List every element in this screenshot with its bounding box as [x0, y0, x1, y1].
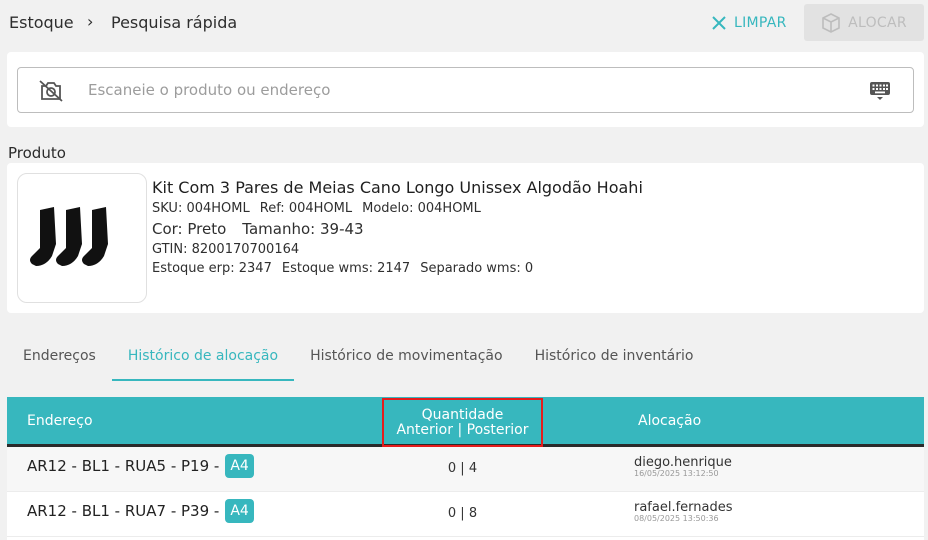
quantity-cell: 0 | 4: [447, 461, 478, 476]
quantity-header-line2: Anterior | Posterior: [396, 422, 529, 438]
product-card: Kit Com 3 Pares de Meias Cano Longo Unis…: [7, 163, 924, 313]
allocation-user: rafael.fernades: [634, 500, 733, 515]
address-cell: AR12 - BL1 - RUA7 - P39 - A4: [27, 499, 254, 523]
product-stock-row: Estoque erp: 2347 Estoque wms: 2147 Sepa…: [152, 261, 643, 276]
tab-historico-alocacao[interactable]: Histórico de alocação: [111, 340, 295, 381]
allocation-cell: diego.henrique 16/05/2025 13:12:50: [634, 455, 732, 478]
address-badge: A4: [225, 454, 254, 478]
breadcrumb-separator: ›: [87, 12, 94, 31]
tabs: Endereços Histórico de alocação Históric…: [7, 340, 709, 381]
address-cell: AR12 - BL1 - RUA5 - P19 - A4: [27, 454, 254, 478]
allocation-user: diego.henrique: [634, 455, 732, 470]
box-icon: [822, 12, 840, 33]
product-variant-row: Cor: Preto Tamanho: 39-43: [152, 220, 643, 238]
column-header-quantity[interactable]: Quantidade Anterior | Posterior: [382, 398, 543, 447]
tab-historico-movimentacao[interactable]: Histórico de movimentação: [294, 340, 519, 381]
product-gtin-row: GTIN: 8200170700164: [152, 242, 643, 257]
allocate-button-label: ALOCAR: [848, 14, 907, 31]
column-header-allocation[interactable]: Alocação: [638, 413, 701, 429]
allocation-date: 16/05/2025 13:12:50: [634, 469, 719, 478]
clear-button-label: LIMPAR: [734, 15, 787, 31]
address-badge: A4: [225, 499, 254, 523]
table-body: AR12 - BL1 - RUA5 - P19 - A4 0 | 4 diego…: [7, 447, 924, 537]
product-image: [17, 173, 147, 303]
table-row[interactable]: AR12 - BL1 - RUA5 - P19 - A4 0 | 4 diego…: [7, 447, 924, 492]
allocate-button[interactable]: ALOCAR: [804, 4, 924, 41]
tab-historico-inventario[interactable]: Histórico de inventário: [519, 340, 710, 381]
product-sku: SKU: 004HOML: [152, 201, 250, 216]
stock-erp: Estoque erp: 2347: [152, 261, 272, 276]
breadcrumb-current: Pesquisa rápida: [111, 13, 238, 32]
product-name: Kit Com 3 Pares de Meias Cano Longo Unis…: [152, 178, 643, 197]
quantity-header-line1: Quantidade: [421, 407, 504, 423]
camera-off-icon[interactable]: [38, 79, 64, 103]
quantity-cell: 0 | 8: [447, 506, 478, 521]
keyboard-icon[interactable]: [869, 81, 891, 101]
breadcrumb-root[interactable]: Estoque: [9, 13, 74, 32]
address-text: AR12 - BL1 - RUA5 - P19 -: [27, 457, 220, 475]
scan-input[interactable]: [88, 77, 848, 103]
close-icon: [712, 16, 726, 30]
product-codes-row: SKU: 004HOML Ref: 004HOML Modelo: 004HOM…: [152, 201, 643, 216]
address-text: AR12 - BL1 - RUA7 - P39 -: [27, 502, 220, 520]
socks-image: [30, 207, 108, 266]
separated-wms: Separado wms: 0: [420, 261, 534, 276]
product-size: Tamanho: 39-43: [242, 220, 364, 238]
product-info: Kit Com 3 Pares de Meias Cano Longo Unis…: [152, 178, 643, 280]
allocation-cell: rafael.fernades 08/05/2025 13:50:36: [634, 500, 733, 523]
table-header: Endereço Quantidade Anterior | Posterior…: [7, 397, 924, 447]
top-bar: Estoque › Pesquisa rápida LIMPAR ALOCAR: [0, 0, 928, 46]
column-header-address[interactable]: Endereço: [27, 413, 93, 429]
clear-button[interactable]: LIMPAR: [712, 10, 787, 36]
tab-enderecos[interactable]: Endereços: [7, 340, 112, 381]
stock-wms: Estoque wms: 2147: [281, 261, 411, 276]
product-gtin: GTIN: 8200170700164: [152, 242, 300, 257]
product-ref: Ref: 004HOML: [259, 201, 353, 216]
product-model: Modelo: 004HOML: [362, 201, 481, 216]
scan-field[interactable]: [17, 67, 914, 113]
allocation-date: 08/05/2025 13:50:36: [634, 514, 719, 523]
product-section-title: Produto: [8, 144, 66, 162]
allocation-history-table: Endereço Quantidade Anterior | Posterior…: [7, 397, 924, 540]
table-row[interactable]: AR12 - BL1 - RUA7 - P39 - A4 0 | 8 rafae…: [7, 492, 924, 537]
product-color: Cor: Preto: [152, 220, 227, 238]
scan-card: [7, 52, 924, 127]
